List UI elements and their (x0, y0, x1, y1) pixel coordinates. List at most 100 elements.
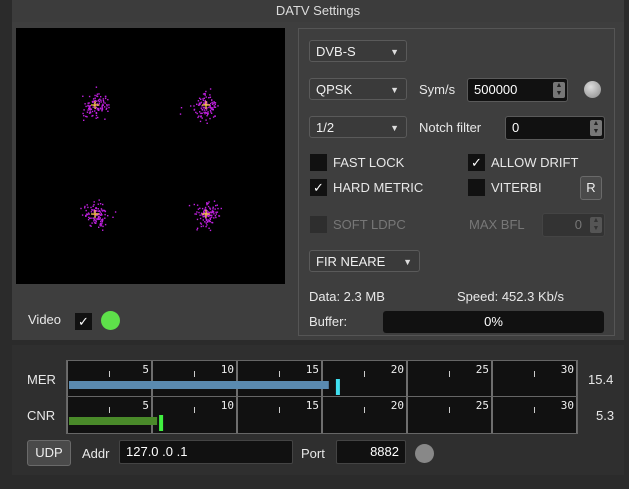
notch-filter-spinbox[interactable]: 0 ▲ ▼ (505, 116, 605, 140)
constellation-point (218, 215, 221, 217)
constellation-point (104, 97, 107, 100)
fast-lock-checkbox[interactable] (310, 154, 327, 171)
constellation-point (104, 102, 106, 104)
fec-select[interactable]: 1/2 ▼ (309, 116, 407, 138)
constellation-point (105, 95, 107, 98)
constellation-point (88, 107, 90, 109)
chevron-down-icon: ▼ (390, 85, 399, 95)
constellation-point (205, 119, 207, 121)
constellation-point (101, 106, 103, 108)
constellation-point (206, 115, 208, 117)
constellation-point (101, 222, 103, 224)
video-checkbox[interactable]: ✓ (75, 313, 92, 330)
constellation-point (215, 204, 217, 207)
constellation-point (102, 99, 105, 102)
constellation-point (95, 112, 97, 114)
constellation-point (205, 109, 208, 111)
constellation-point (100, 101, 102, 103)
constellation-point (209, 88, 212, 90)
constellation-point (204, 113, 206, 115)
constellation-point (193, 105, 195, 107)
spin-arrows-icon[interactable]: ▲ ▼ (590, 120, 602, 136)
constellation-point (92, 98, 95, 100)
constellation-point (213, 217, 215, 219)
constellation-point (98, 215, 100, 217)
symrate-spinbox[interactable]: 500000 ▲ ▼ (467, 78, 568, 102)
constellation-point (212, 210, 215, 213)
constellation-point (95, 207, 97, 210)
constellation-point (212, 102, 214, 104)
constellation-point (100, 208, 103, 210)
constellation-point (86, 111, 89, 113)
constellation-point (208, 211, 210, 214)
constellation-point (203, 106, 205, 108)
chevron-down-icon: ▼ (403, 257, 412, 267)
hard-metric-label: HARD METRIC (333, 180, 424, 195)
constellation-point (99, 217, 101, 219)
soft-ldpc-label: SOFT LDPC (333, 217, 406, 232)
constellation-point (200, 223, 203, 225)
constellation-point (95, 114, 98, 117)
constellation-point (102, 104, 104, 106)
mer-label: MER (27, 372, 56, 387)
constellation-point (193, 203, 195, 206)
constellation-point (80, 207, 82, 210)
gauge-peak-marker (335, 379, 340, 395)
max-bfl-spinbox[interactable]: 0 ▲ ▼ (542, 213, 605, 237)
speed-text: Speed: 452.3 Kb/s (457, 289, 564, 304)
soft-ldpc-checkbox[interactable] (310, 216, 327, 233)
constellation-point (88, 106, 91, 108)
constellation-point (188, 204, 191, 207)
reset-button[interactable]: R (580, 176, 602, 200)
constellation-point (195, 213, 198, 215)
constellation-point (98, 102, 100, 105)
constellation-point (106, 107, 108, 109)
udp-port-field[interactable]: 8882 (336, 440, 406, 464)
modulation-select[interactable]: QPSK ▼ (309, 78, 407, 100)
constellation-point (81, 214, 84, 216)
hard-metric-checkbox[interactable]: ✓ (310, 179, 327, 196)
constellation-point (114, 211, 117, 213)
constellation-point (211, 222, 214, 224)
gauge-level-bar (69, 417, 158, 425)
constellation-point (204, 221, 206, 223)
constellation-point (212, 116, 215, 118)
constellation-point (87, 218, 90, 221)
symrate-dial-knob[interactable] (584, 81, 601, 98)
constellation-point (101, 210, 104, 212)
viterbi-label: VITERBI (491, 180, 542, 195)
cnr-label: CNR (27, 408, 56, 423)
constellation-point (209, 107, 212, 109)
constellation-point (82, 112, 84, 115)
constellation-point (194, 213, 196, 215)
constellation-point (209, 109, 212, 112)
constellation-point (93, 201, 95, 203)
constellation-point (86, 204, 88, 206)
constellation-point (94, 110, 96, 112)
buffer-label: Buffer: (309, 314, 348, 329)
cnr-gauge: 5 10 15 20 25 30 (66, 396, 578, 434)
constellation-point (200, 225, 202, 228)
constellation-point (207, 112, 209, 115)
constellation-point (208, 97, 210, 99)
constellation-point (210, 111, 212, 113)
standard-select[interactable]: DVB-S ▼ (309, 40, 407, 62)
spin-arrows-icon[interactable]: ▲ ▼ (590, 217, 602, 233)
constellation-point (201, 117, 203, 119)
gauge-tick-label: 25 (476, 399, 489, 412)
addr-label: Addr (82, 446, 110, 461)
constellation-point (82, 95, 84, 97)
udp-address-field[interactable]: 127.0 .0 .1 (119, 440, 293, 464)
viterbi-checkbox[interactable] (468, 179, 485, 196)
udp-button[interactable]: UDP (27, 440, 71, 466)
constellation-point (90, 217, 92, 219)
constellation-point (214, 103, 216, 106)
filter-select[interactable]: FIR NEARE ▼ (309, 250, 420, 272)
gauge-tick-label: 10 (221, 363, 234, 376)
constellation-point (206, 224, 208, 226)
constellation-point (91, 209, 93, 211)
constellation-point (199, 217, 202, 220)
spin-arrows-icon[interactable]: ▲ ▼ (553, 82, 565, 98)
allow-drift-checkbox[interactable]: ✓ (468, 154, 485, 171)
constellation-point (89, 105, 91, 107)
